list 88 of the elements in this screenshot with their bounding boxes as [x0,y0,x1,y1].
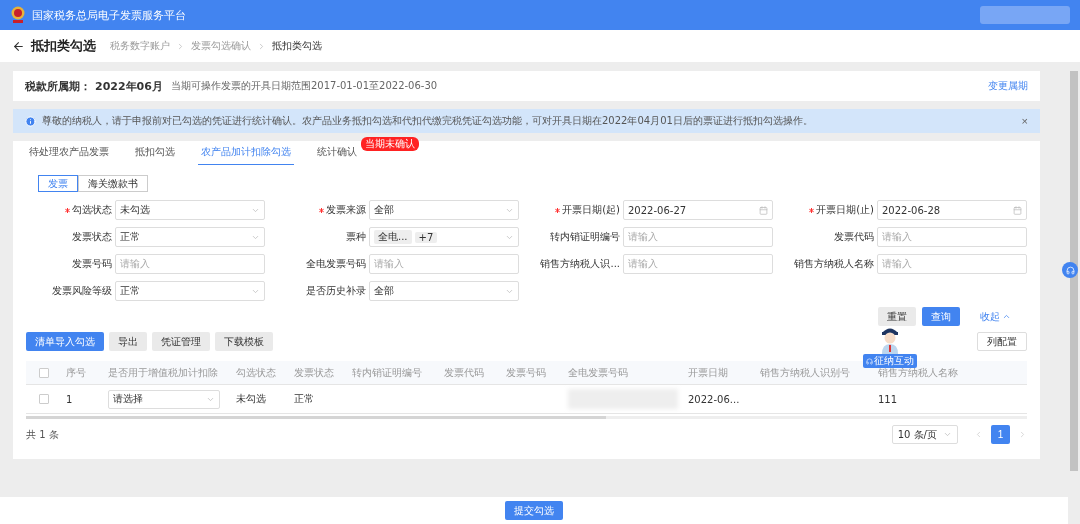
period-value: 2022年06月 [95,78,163,94]
breadcrumb-item: 抵扣类勾选 [272,39,322,53]
status-badge: 当期未确认 [361,137,419,151]
column-header: 转内销证明编号 [352,365,422,380]
search-button[interactable]: 查询 [922,307,960,326]
toolbar-button[interactable]: 凭证管理 [152,332,210,351]
select-field[interactable]: 正常 [115,227,265,247]
field-label: 票种 [346,230,366,244]
select-field[interactable]: 全电... +7 [369,227,519,247]
breadcrumb-separator-icon [176,41,185,51]
emblem-icon [10,5,26,25]
change-period-link[interactable]: 变更属期 [988,79,1028,93]
toolbar-button[interactable]: 导出 [109,332,147,351]
field-label: 开票日期(起) [562,203,620,217]
chevron-icon [943,430,952,439]
info-icon [25,115,36,127]
horizontal-scrollbar[interactable] [26,416,606,419]
field-label: 开票日期(止) [816,203,874,217]
column-header: 发票号码 [506,365,546,380]
field-label: 发票号码 [72,257,112,271]
user-area[interactable] [980,6,1070,24]
tab[interactable]: 统计确认 [314,145,360,165]
breadcrumb-separator-icon [257,41,266,51]
column-header: 销售方纳税人名称 [878,366,958,380]
table-cell: 111 [878,393,898,405]
checkbox[interactable] [39,367,49,378]
field-label: 发票来源 [326,203,366,217]
field-label: 是否历史补录 [306,284,366,298]
field-label: 发票风险等级 [52,284,112,298]
page-title: 抵扣类勾选 [31,37,96,55]
field-label: 发票状态 [72,230,112,244]
segment-tab[interactable]: 海关缴款书 [78,175,148,192]
column-config-button[interactable]: 列配置 [977,332,1027,351]
app-title: 国家税务总局电子发票服务平台 [32,7,186,23]
headset-icon [1065,265,1075,275]
date-field[interactable]: 2022-06-28 [877,200,1027,220]
previous-page-icon[interactable] [974,430,983,439]
table-cell: 2022-06... [688,393,740,405]
assistant-badge[interactable]: 征纳互动 [863,354,917,368]
column-header: 开票日期 [688,365,728,380]
chevron-up-icon [1002,312,1011,321]
column-header: 序号 [66,365,86,380]
segment-tab[interactable]: 发票 [38,175,78,192]
next-page-icon[interactable] [1018,430,1027,439]
table-cell: 未勾选 [236,392,266,406]
notice-text: 尊敬的纳税人，请于申报前对已勾选的凭证进行统计确认。农产品业务抵扣勾选和代扣代缴完税凭证勾选功能，可对开具日期在2022年04月01日后的票证进行抵扣勾选操作。 [42,114,813,128]
tab[interactable]: 抵扣勾选 [132,145,178,165]
column-header: 全电发票号码 [568,365,628,380]
tab[interactable]: 农产品加计扣除勾选 [198,145,294,165]
field-label: 销售方纳税人名称 [794,257,874,271]
collapse-button[interactable]: 收起 [974,308,1017,325]
field-label: 转内销证明编号 [550,230,620,244]
support-button[interactable] [1062,262,1078,278]
tag-chip: +7 [414,231,438,243]
tag-chip: 全电... [374,230,412,244]
column-header: 发票代码 [444,365,484,380]
select-field[interactable]: 全部 [369,200,519,220]
field-label: 销售方纳税人识... [540,257,620,271]
select-field[interactable]: 正常 [115,281,265,301]
select-field[interactable]: 未勾选 [115,200,265,220]
select-field[interactable]: 请选择 [108,389,220,409]
total-count: 共 1 条 [26,427,59,442]
calendar-icon [1013,205,1022,215]
column-header: 是否用于增值税加计扣除 [108,365,218,380]
field-label: 勾选状态 [72,203,112,217]
column-header: 发票状态 [294,365,334,380]
field-label: 发票代码 [834,230,874,244]
period-label: 税款所属期： [25,78,91,94]
column-header: 销售方纳税人识别号 [760,365,850,380]
checkbox[interactable] [39,394,49,404]
column-header: 勾选状态 [236,365,276,380]
table-cell: 正常 [294,392,314,406]
toolbar-button[interactable]: 清单导入勾选 [26,332,104,351]
tab[interactable]: 待处理农产品发票 [26,145,112,165]
submit-button[interactable]: 提交勾选 [505,501,563,520]
field-label: 全电发票号码 [306,257,366,271]
vertical-scrollbar[interactable] [1070,71,1078,471]
period-note: 当期可操作发票的开具日期范围2017-01-01至2022-06-30 [170,79,438,93]
back-icon[interactable] [12,39,25,53]
close-button[interactable]: × [1021,115,1028,127]
page-size-select[interactable]: 10 条/页 [891,425,958,444]
table-cell: 1 [66,393,73,405]
reset-button[interactable]: 重置 [878,307,916,326]
calendar-icon [759,205,768,215]
toolbar-button[interactable]: 下载模板 [215,332,273,351]
select-field[interactable]: 全部 [369,281,519,301]
page-button[interactable]: 1 [991,425,1010,444]
date-field[interactable]: 2022-06-27 [623,200,773,220]
